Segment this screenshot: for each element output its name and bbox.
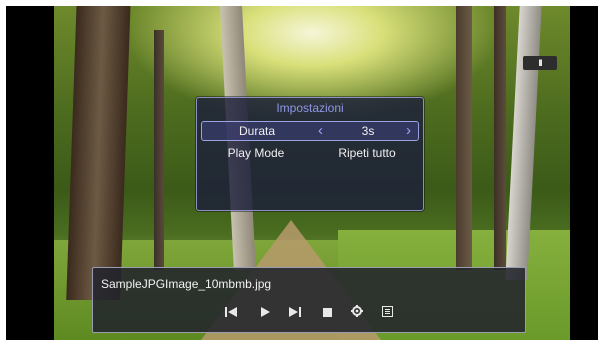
file-name: SampleJPGImage_10mbmb.jpg — [101, 277, 272, 291]
setting-label: Durata — [238, 124, 276, 138]
gear-icon[interactable] — [349, 305, 365, 321]
tree-trunk — [494, 6, 506, 270]
setting-value: Ripeti tutto — [338, 146, 396, 160]
setting-label: Play Mode — [227, 146, 285, 160]
pause-state-badge: II — [523, 56, 557, 70]
chevron-right-icon[interactable]: › — [406, 122, 411, 140]
settings-dialog: Impostazioni Durata ‹ 3s › Play Mode Rip… — [196, 97, 424, 211]
tree-trunk — [456, 6, 472, 270]
dialog-title: Impostazioni — [276, 101, 344, 115]
player-control-bar: SampleJPGImage_10mbmb.jpg — [92, 267, 526, 333]
previous-icon[interactable] — [223, 305, 239, 321]
setting-row-durata[interactable]: Durata ‹ 3s › — [201, 121, 419, 141]
next-icon[interactable] — [287, 305, 303, 321]
tree-trunk — [154, 30, 164, 270]
menu-icon[interactable] — [379, 305, 395, 321]
play-icon[interactable] — [257, 305, 273, 321]
setting-row-play-mode[interactable]: Play Mode Ripeti tutto — [201, 144, 417, 162]
stop-icon[interactable] — [319, 305, 335, 321]
pause-icon: II — [538, 58, 542, 68]
setting-value: 3s — [361, 124, 375, 138]
